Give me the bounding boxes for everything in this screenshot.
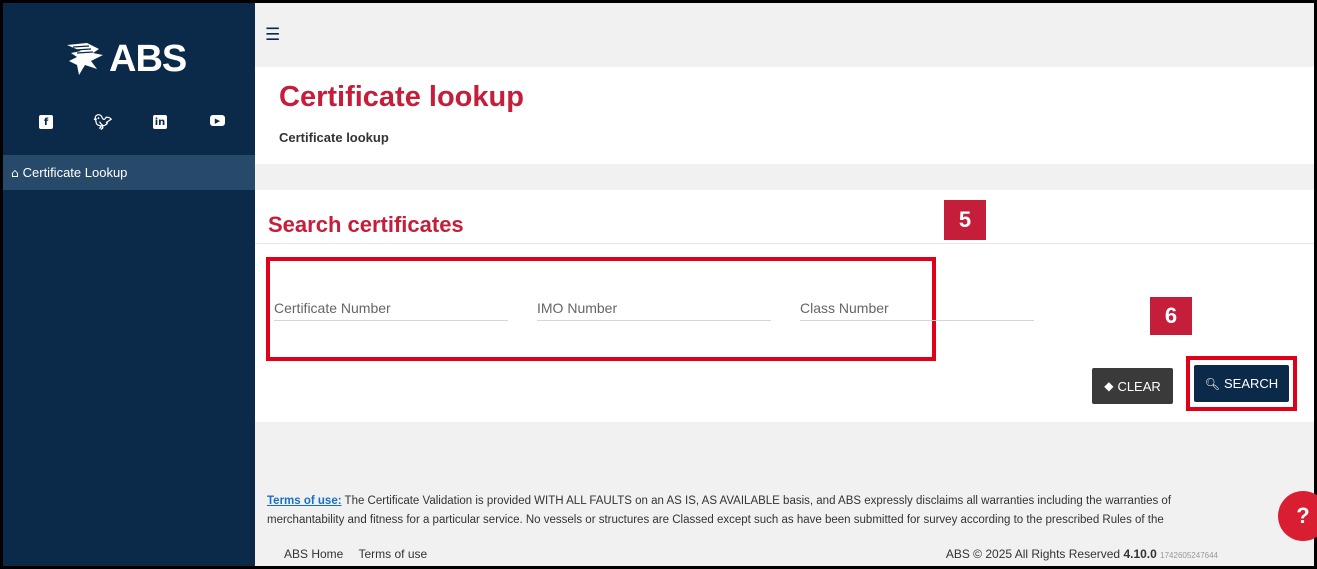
footer-copyright: ABS © 2025 All Rights Reserved 4.10.0 17… [946, 547, 1218, 561]
page-title: Certificate lookup [279, 81, 524, 113]
terms-of-use-nav-link[interactable]: Terms of use [358, 547, 427, 561]
breadcrumb: Certificate lookup [279, 130, 389, 145]
abs-home-link[interactable]: ABS Home [284, 547, 343, 561]
terms-line-1: The Certificate Validation is provided W… [341, 495, 1172, 507]
class-number-input[interactable] [800, 295, 1034, 321]
terms-line-2: merchantability and fitness for a partic… [267, 514, 1164, 526]
abs-logo[interactable]: ABS [63, 29, 193, 89]
build-number: 1742605247644 [1160, 551, 1218, 560]
title-panel: Certificate lookup Certificate lookup [255, 67, 1314, 164]
twitter-icon[interactable]: 🐦︎ [93, 113, 112, 131]
app-frame: ABS f 🐦︎ in ▶ ⌂ Certificate Lookup ☰ Cer… [3, 3, 1314, 566]
brand-name: ABS [109, 37, 187, 80]
search-button-label: SEARCH [1224, 376, 1279, 391]
divider [255, 243, 1314, 244]
linkedin-icon[interactable]: in [153, 115, 167, 129]
search-panel: Search certificates 5 6 ◆ CLEAR 🔍︎ SEARC… [255, 190, 1314, 422]
search-title: Search certificates [268, 212, 464, 237]
home-icon: ⌂ [11, 165, 19, 180]
imo-number-input[interactable] [537, 295, 771, 321]
step-5-badge: 5 [944, 200, 986, 240]
youtube-icon[interactable]: ▶ [210, 115, 225, 126]
search-icon: 🔍︎ [1204, 376, 1221, 391]
sidebar-item-label: Certificate Lookup [22, 165, 128, 180]
clear-button-label: CLEAR [1117, 378, 1161, 394]
sidebar: ABS f 🐦︎ in ▶ ⌂ Certificate Lookup [3, 3, 255, 566]
eagle-logo-icon [67, 43, 103, 75]
version-number: 4.10.0 [1123, 547, 1157, 561]
top-bar: ☰ [255, 3, 1314, 67]
step-6-badge: 6 [1150, 297, 1192, 335]
search-highlight-box: 🔍︎ SEARCH [1186, 356, 1297, 411]
social-links: f 🐦︎ in ▶ [3, 113, 255, 131]
sidebar-item-certificate-lookup[interactable]: ⌂ Certificate Lookup [3, 155, 255, 190]
certificate-number-input[interactable] [274, 295, 508, 321]
footer-links: ABS Home Terms of use [284, 547, 439, 561]
terms-of-use-text: Terms of use: The Certificate Validation… [267, 492, 1277, 530]
help-icon: ? [1296, 503, 1310, 528]
search-button[interactable]: 🔍︎ SEARCH [1194, 365, 1289, 402]
copyright-text: ABS © 2025 All Rights Reserved [945, 547, 1121, 561]
terms-of-use-link[interactable]: Terms of use: [267, 495, 342, 507]
eraser-icon: ◆ [1104, 379, 1114, 393]
facebook-icon[interactable]: f [39, 115, 53, 129]
menu-icon[interactable]: ☰ [265, 25, 280, 45]
clear-button[interactable]: ◆ CLEAR [1092, 368, 1173, 404]
